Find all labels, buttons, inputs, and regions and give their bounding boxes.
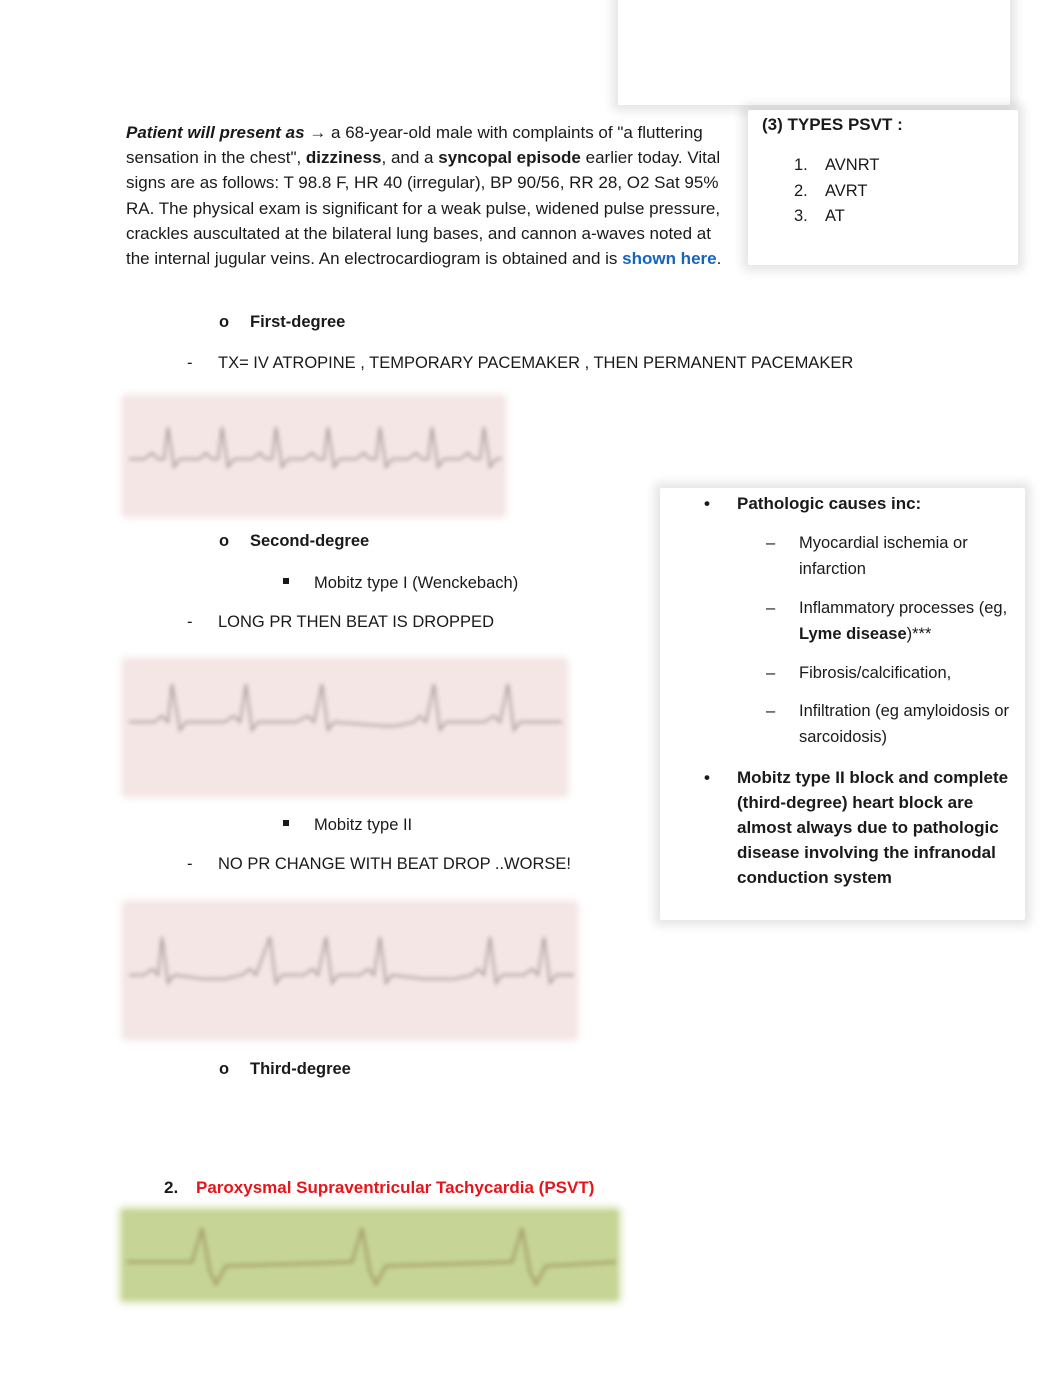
- list-number: 2.: [794, 181, 808, 200]
- dash-bullet-icon: -: [187, 855, 193, 873]
- square-bullet-icon: [283, 820, 289, 826]
- arrow-icon: →: [309, 123, 327, 142]
- psvt-ecg-image: [122, 1210, 618, 1300]
- dash-bullet-icon: –: [766, 599, 776, 617]
- first-degree-tx: - TX= IV ATROPINE , TEMPORARY PACEMAKER ,…: [187, 354, 853, 373]
- mobitz-1-note: - LONG PR THEN BEAT IS DROPPED: [187, 613, 494, 632]
- mobitz-1-item: Mobitz type I (Wenckebach): [283, 574, 518, 593]
- cause-item: – Inflammatory processes (eg, Lyme disea…: [766, 595, 1026, 647]
- tx-text: TX= IV ATROPINE , TEMPORARY PACEMAKER , …: [218, 354, 854, 372]
- circle-bullet-icon: o: [219, 1060, 230, 1078]
- cause-text: Infiltration (eg amyloidosis or sarcoido…: [799, 698, 1019, 750]
- cause-text: Inflammatory processes (eg, Lyme disease…: [799, 595, 1019, 647]
- intro-lead: Patient will present as: [126, 123, 305, 142]
- ecg-trace: [127, 1227, 617, 1288]
- third-degree-heading: o Third-degree: [219, 1060, 351, 1079]
- cause-text: Myocardial ischemia or infarction: [799, 530, 1019, 582]
- cause-text: Fibrosis/calcification,: [799, 660, 1019, 686]
- ecg-trace: [129, 936, 574, 986]
- note-text: LONG PR THEN BEAT IS DROPPED: [218, 613, 494, 631]
- list-label: AVRT: [825, 181, 868, 200]
- list-number: 1.: [794, 156, 808, 174]
- bullet-icon: •: [704, 494, 710, 513]
- shown-here-link[interactable]: shown here: [622, 249, 716, 268]
- mobitz-1-ecg-image: [124, 660, 566, 795]
- mobitz-1-label: Mobitz type I (Wenckebach): [314, 574, 519, 592]
- intro-text-4: .: [716, 249, 722, 269]
- note-text: Mobitz type II block and complete (third…: [737, 768, 1009, 887]
- cause-text-post: )***: [906, 625, 932, 643]
- section-title: Paroxysmal Supraventricular Tachycardia …: [196, 1178, 595, 1197]
- list-label: AVNRT: [825, 156, 880, 174]
- mobitz-2-item: Mobitz type II: [283, 816, 412, 835]
- cause-item: – Myocardial ischemia or infarction: [766, 530, 1026, 582]
- circle-bullet-icon: o: [219, 313, 230, 331]
- intro-bold-syncopal: syncopal episode: [438, 148, 581, 168]
- cause-text-pre: Myocardial ischemia or infarction: [799, 534, 968, 578]
- psvt-type-item: 2. AVRT: [794, 179, 879, 205]
- circle-bullet-icon: o: [219, 532, 230, 550]
- second-degree-heading: o Second-degree: [219, 532, 369, 551]
- cause-text-pre: Inflammatory processes (eg,: [799, 599, 1008, 617]
- mobitz-2-pathology-note: • Mobitz type II block and complete (thi…: [704, 765, 1024, 890]
- psvt-types-list: 1. AVNRT 2. AVRT 3. AT: [794, 153, 879, 230]
- dash-bullet-icon: -: [187, 354, 193, 372]
- square-bullet-icon: [283, 578, 289, 584]
- cause-text-bold: Lyme disease: [799, 625, 907, 643]
- intro-text-2: , and a: [381, 148, 439, 168]
- pathologic-causes-heading: • Pathologic causes inc:: [704, 494, 921, 514]
- heading-label: Second-degree: [250, 532, 370, 550]
- cause-text-pre: Infiltration (eg amyloidosis or sarcoido…: [799, 702, 1010, 746]
- psvt-types-title: (3) TYPES PSVT :: [762, 115, 903, 134]
- first-degree-ecg-image: [124, 397, 504, 515]
- intro-bold-dizziness: dizziness: [305, 148, 382, 168]
- psvt-type-item: 1. AVNRT: [794, 153, 879, 179]
- patient-presentation-paragraph: Patient will present as → a 68-year-old …: [126, 120, 736, 271]
- cause-item: – Fibrosis/calcification,: [766, 660, 1026, 686]
- dash-bullet-icon: -: [187, 613, 193, 631]
- cause-item: – Infiltration (eg amyloidosis or sarcoi…: [766, 698, 1026, 750]
- mobitz-2-label: Mobitz type II: [314, 816, 413, 834]
- dash-bullet-icon: –: [766, 702, 776, 720]
- empty-text-box: [618, 0, 1010, 105]
- dash-bullet-icon: –: [766, 664, 776, 682]
- list-label: AT: [825, 207, 845, 225]
- cause-text-pre: Fibrosis/calcification,: [799, 664, 952, 682]
- list-number: 3.: [794, 207, 808, 225]
- ecg-trace: [129, 683, 562, 733]
- note-text: NO PR CHANGE WITH BEAT DROP ..WORSE!: [218, 855, 571, 873]
- mobitz-2-note: - NO PR CHANGE WITH BEAT DROP ..WORSE!: [187, 855, 571, 874]
- heading-label: Pathologic causes inc:: [737, 494, 922, 513]
- psvt-section-heading: 2. Paroxysmal Supraventricular Tachycardi…: [164, 1178, 594, 1198]
- dash-bullet-icon: –: [766, 534, 776, 552]
- heading-label: Third-degree: [250, 1060, 351, 1078]
- ecg-trace: [129, 426, 502, 470]
- psvt-type-item: 3. AT: [794, 204, 879, 230]
- bullet-icon: •: [704, 768, 710, 787]
- heading-label: First-degree: [250, 313, 346, 331]
- first-degree-heading: o First-degree: [219, 313, 345, 332]
- section-number: 2.: [164, 1178, 179, 1197]
- mobitz-2-ecg-image: [124, 903, 576, 1038]
